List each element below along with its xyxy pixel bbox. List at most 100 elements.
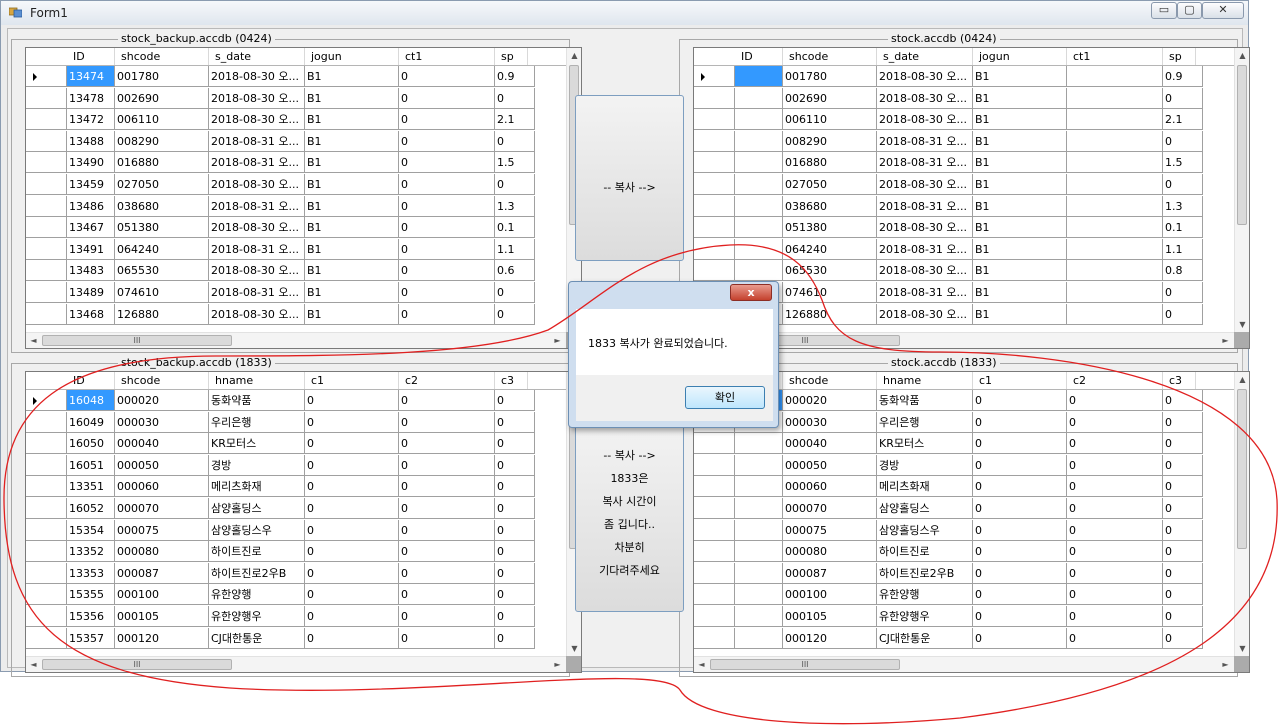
table-cell[interactable]: 0 <box>973 454 1067 476</box>
column-header-c2[interactable]: c2 <box>399 372 495 389</box>
table-cell[interactable]: 0 <box>495 562 535 584</box>
table-cell[interactable] <box>1067 152 1163 174</box>
table-cell[interactable]: 0 <box>1067 584 1163 606</box>
table-cell[interactable]: 0 <box>1163 606 1203 627</box>
table-cell[interactable]: B1 <box>973 109 1067 131</box>
table-cell[interactable]: 16050 <box>67 433 115 455</box>
table-cell[interactable]: 13478 <box>67 87 115 109</box>
table-row[interactable]: 000075 삼양홀딩스우 0 0 0 <box>694 519 1234 541</box>
table-row[interactable]: 13351 000060 메리츠화재 0 0 0 <box>26 476 566 498</box>
table-cell[interactable]: 000100 <box>783 584 877 606</box>
table-cell[interactable]: 0 <box>1163 411 1203 433</box>
table-row[interactable]: 16049 000030 우리은행 0 0 0 <box>26 411 566 433</box>
table-cell[interactable]: 13459 <box>67 174 115 195</box>
column-header-c2[interactable]: c2 <box>1067 372 1163 389</box>
row-header[interactable] <box>26 433 67 455</box>
row-header[interactable] <box>26 519 67 541</box>
table-cell[interactable]: 0 <box>1163 519 1203 541</box>
table-cell[interactable]: 0 <box>973 562 1067 584</box>
table-cell[interactable] <box>735 87 783 109</box>
row-header[interactable] <box>694 584 735 606</box>
table-cell[interactable]: 0 <box>399 519 495 541</box>
table-cell[interactable]: 하이트진로2우B <box>877 562 973 584</box>
table-cell[interactable]: B1 <box>305 282 399 303</box>
table-cell[interactable]: 0 <box>1067 498 1163 519</box>
table-cell[interactable]: 2018-08-30 오... <box>877 174 973 195</box>
row-header[interactable] <box>26 174 67 195</box>
column-header-sp[interactable]: sp <box>1163 48 1196 65</box>
table-cell[interactable]: 006110 <box>783 109 877 131</box>
table-cell[interactable]: 2.1 <box>1163 109 1203 131</box>
table-row[interactable]: 13486 038680 2018-08-31 오... B1 0 1.3 <box>26 195 566 217</box>
row-header[interactable] <box>694 433 735 455</box>
row-header[interactable] <box>26 454 67 476</box>
table-cell[interactable]: 002690 <box>115 87 209 109</box>
table-cell[interactable]: 0.8 <box>1163 260 1203 282</box>
table-cell[interactable]: 13468 <box>67 303 115 325</box>
scroll-left-icon[interactable]: ◄ <box>26 657 41 672</box>
table-cell[interactable] <box>735 454 783 476</box>
table-cell[interactable]: 0 <box>495 476 535 498</box>
table-cell[interactable]: 2018-08-30 오... <box>877 87 973 109</box>
ok-button[interactable]: 확인 <box>685 386 765 409</box>
table-cell[interactable]: 2018-08-31 오... <box>877 152 973 174</box>
column-header-ct1[interactable]: ct1 <box>399 48 495 65</box>
table-cell[interactable]: 13491 <box>67 238 115 260</box>
scroll-thumb[interactable]: III <box>710 659 900 670</box>
table-cell[interactable]: 2018-08-30 오... <box>209 66 305 87</box>
table-row[interactable]: 13488 008290 2018-08-31 오... B1 0 0 <box>26 130 566 152</box>
table-cell[interactable]: 000060 <box>783 476 877 498</box>
table-cell[interactable]: 2018-08-30 오... <box>209 87 305 109</box>
table-cell[interactable]: 000020 <box>115 390 209 411</box>
table-cell[interactable]: 000087 <box>783 562 877 584</box>
table-cell[interactable]: CJ대한통운 <box>209 627 305 649</box>
table-cell[interactable]: 0 <box>305 411 399 433</box>
table-cell[interactable]: 0 <box>305 390 399 411</box>
table-cell[interactable]: 001780 <box>115 66 209 87</box>
table-cell[interactable]: 2018-08-31 오... <box>209 282 305 303</box>
table-row[interactable]: 16050 000040 KR모터스 0 0 0 <box>26 433 566 455</box>
table-cell[interactable]: 13474 <box>67 66 115 87</box>
table-cell[interactable]: 13352 <box>67 541 115 563</box>
table-cell[interactable]: B1 <box>973 260 1067 282</box>
table-cell[interactable]: 0 <box>399 238 495 260</box>
column-header-c3[interactable]: c3 <box>1163 372 1196 389</box>
table-cell[interactable]: 0 <box>399 303 495 325</box>
table-cell[interactable] <box>735 476 783 498</box>
table-cell[interactable]: 000040 <box>783 433 877 455</box>
table-cell[interactable]: 0 <box>1163 498 1203 519</box>
table-cell[interactable]: 우리은행 <box>877 411 973 433</box>
table-cell[interactable]: 000050 <box>783 454 877 476</box>
table-row[interactable]: 000050 경방 0 0 0 <box>694 454 1234 476</box>
table-cell[interactable]: 000070 <box>783 498 877 519</box>
row-header[interactable] <box>26 217 67 239</box>
table-cell[interactable]: 0.9 <box>1163 66 1203 87</box>
table-cell[interactable]: 0 <box>399 584 495 606</box>
table-cell[interactable]: 0 <box>973 498 1067 519</box>
table-cell[interactable]: B1 <box>973 195 1067 217</box>
table-cell[interactable]: KR모터스 <box>877 433 973 455</box>
scroll-left-icon[interactable]: ◄ <box>26 333 41 348</box>
row-header[interactable] <box>694 260 735 282</box>
horizontal-scrollbar[interactable]: ◄III ► <box>694 656 1234 672</box>
table-row[interactable]: 13483 065530 2018-08-30 오... B1 0 0.6 <box>26 260 566 282</box>
table-cell[interactable] <box>1067 87 1163 109</box>
table-cell[interactable]: 13486 <box>67 195 115 217</box>
table-row[interactable]: 15355 000100 유한양행 0 0 0 <box>26 584 566 606</box>
scroll-right-icon[interactable]: ► <box>550 657 565 672</box>
table-cell[interactable]: 13467 <box>67 217 115 239</box>
table-cell[interactable] <box>1067 303 1163 325</box>
table-cell[interactable]: 15355 <box>67 584 115 606</box>
table-cell[interactable]: 000080 <box>783 541 877 563</box>
table-cell[interactable]: 0 <box>1163 541 1203 563</box>
table-cell[interactable]: 16049 <box>67 411 115 433</box>
table-row[interactable]: 13472 006110 2018-08-30 오... B1 0 2.1 <box>26 109 566 131</box>
data-grid[interactable]: ID shcode hname c1 c2 c3 16048 000020 동화약품 0 0 0 160… <box>25 371 582 673</box>
table-cell[interactable]: 0 <box>973 433 1067 455</box>
table-cell[interactable]: 0 <box>495 433 535 455</box>
table-cell[interactable]: B1 <box>305 303 399 325</box>
row-header[interactable] <box>26 66 67 87</box>
table-row[interactable]: 13353 000087 하이트진로2우B 0 0 0 <box>26 562 566 584</box>
table-cell[interactable]: 유한양행우 <box>877 606 973 627</box>
table-cell[interactable]: 15357 <box>67 627 115 649</box>
